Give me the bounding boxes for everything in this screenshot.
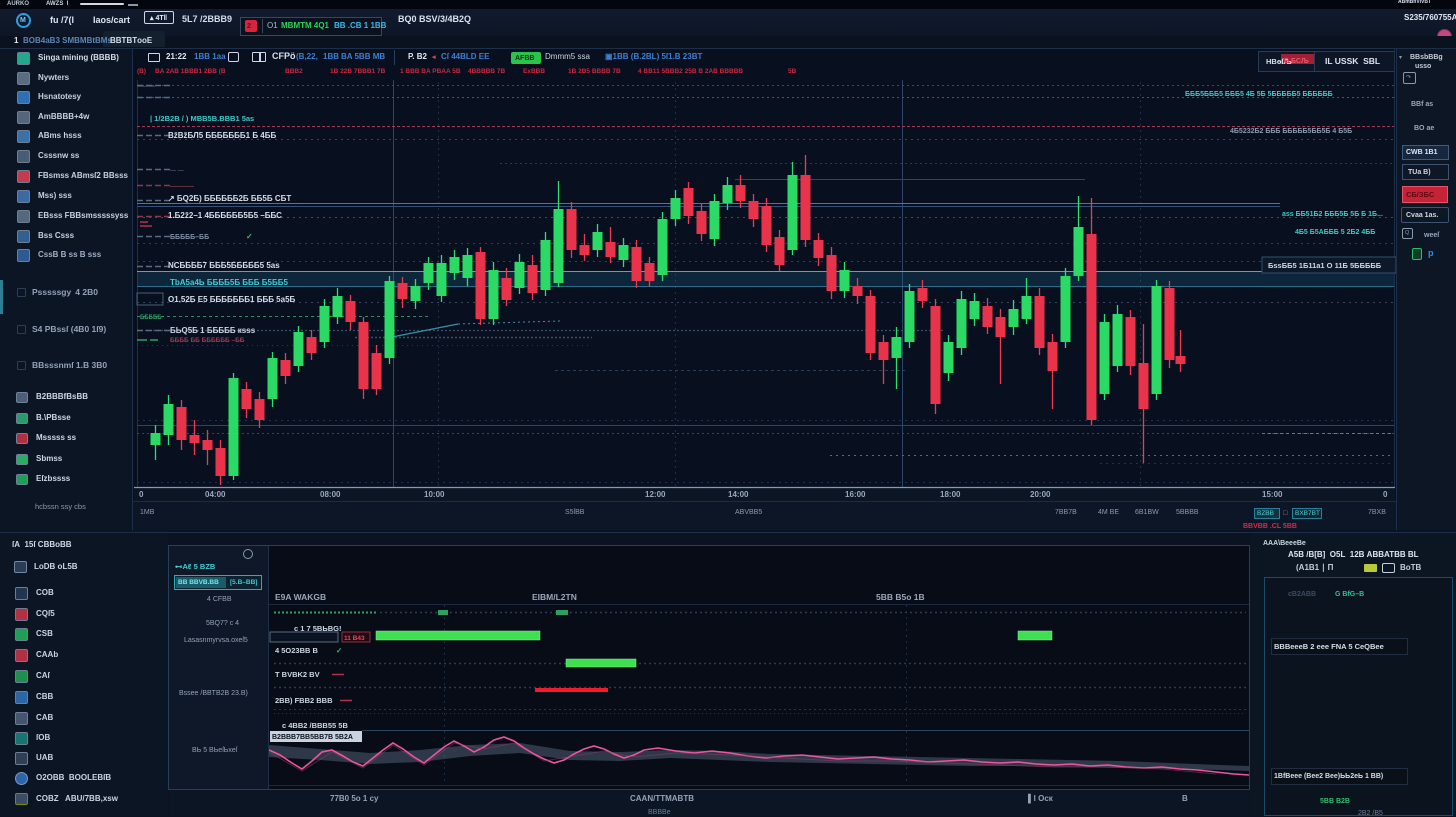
- svg-text:— —: — —: [170, 168, 184, 174]
- svg-text:11 Β43: 11 Β43: [344, 635, 365, 642]
- svg-text:ass ББ51Б2 БББ5Б 5Б Б 1Б...: ass ББ51Б2 БББ5Б 5Б Б 1Б...: [1282, 211, 1383, 218]
- svg-text:БББББ–ББ: БББББ–ББ: [170, 234, 209, 241]
- svg-text:04:00: 04:00: [205, 490, 226, 499]
- svg-text:12:00: 12:00: [645, 490, 666, 499]
- svg-text:с 4ΒΒ2 /ΒΒΒ55 5Β: с 4ΒΒ2 /ΒΒΒ55 5Β: [282, 721, 348, 730]
- svg-text:10:00: 10:00: [424, 490, 445, 499]
- svg-text:E9A WAKGΒ: E9A WAKGΒ: [275, 592, 326, 602]
- svg-text:16:00: 16:00: [845, 490, 866, 499]
- svg-text:БЬQ5Б 1 БББББ кѕss: БЬQ5Б 1 БББББ кѕss: [170, 326, 256, 335]
- svg-text:2ΒΒ) FΒΒ2 ΒΒΒ: 2ΒΒ) FΒΒ2 ΒΒΒ: [275, 696, 333, 705]
- svg-text:———: ———: [137, 84, 155, 90]
- svg-text:18:00: 18:00: [940, 490, 961, 499]
- svg-text:↗ БQ2Б) ББББББ2Б ББ5Б CБT: ↗ БQ2Б) ББББББ2Б ББ5Б CБT: [168, 194, 291, 203]
- svg-text:Т ΒVΒK2 ΒV: Т ΒVΒK2 ΒV: [275, 670, 320, 679]
- svg-text:08:00: 08:00: [320, 490, 341, 499]
- svg-text:15:00: 15:00: [1262, 490, 1283, 499]
- svg-text:0: 0: [1383, 490, 1388, 499]
- svg-text:Β2ΒΒΒ7ΒΒ5ΒΒ7Β 5Β2A: Β2ΒΒΒ7ΒΒ5ΒΒ7Β 5Β2A: [272, 734, 353, 741]
- svg-text:4 5O23ΒΒ Β: 4 5O23ΒΒ Β: [275, 646, 319, 655]
- svg-text:14:00: 14:00: [728, 490, 749, 499]
- svg-text:БББББ: БББББ: [140, 315, 162, 321]
- svg-text:4Б5232Б2 БББ БББББ5ББ5Б 4 Б5Б: 4Б5232Б2 БББ БББББ5ББ5Б 4 Б5Б: [1230, 128, 1352, 135]
- svg-text:4Б5 Б5АБББ 5 2Б2 4ББ: 4Б5 Б5АБББ 5 2Б2 4ББ: [1295, 229, 1375, 236]
- svg-text:| 1/2Β2Β / ) MΒΒ5Β.ΒΒΒ1 5as: | 1/2Β2Β / ) MΒΒ5Β.ΒΒΒ1 5as: [150, 114, 254, 123]
- svg-text:20:00: 20:00: [1030, 490, 1051, 499]
- svg-text:ΒžΒžБЛ5 БББББББ1 Б 4ББ: ΒžΒžБЛ5 БББББББ1 Б 4ББ: [168, 131, 276, 140]
- svg-text:5ΒΒ Β5о 1Β: 5ΒΒ Β5о 1Β: [876, 592, 925, 602]
- svg-text:✓: ✓: [336, 646, 342, 655]
- svg-text:NCББББ7 БББ5БББББ5 5as: NCББББ7 БББ5БББББ5 5as: [168, 261, 280, 270]
- svg-text:————: ————: [170, 184, 194, 190]
- svg-text:БssББ5 1Б11а1 O 11Б 5БББББ: БssББ5 1Б11а1 O 11Б 5БББББ: [1268, 261, 1382, 270]
- svg-text:0: 0: [139, 490, 144, 499]
- svg-text:ТbА5а4Ь ББББ5Б БББ Б5ББ5: ТbА5а4Ь ББББ5Б БББ Б5ББ5: [170, 278, 288, 287]
- svg-text:EIΒM/L2ТN: EIΒM/L2ТN: [532, 592, 577, 602]
- svg-text:ББББ ББ ББББББ –ББ: ББББ ББ ББББББ –ББ: [170, 337, 245, 344]
- svg-text:O1.52Б E5 БББББББ1 БББ 5a5Б: O1.52Б E5 БББББББ1 БББ 5a5Б: [168, 295, 296, 304]
- svg-text:✓: ✓: [246, 232, 253, 241]
- svg-text:1.Б2ž2–1 4ББББББ5Б5 –ББС: 1.Б2ž2–1 4ББББББ5Б5 –ББС: [168, 211, 282, 220]
- svg-text:БББ5БББ5 БББ5 4Б 5Б 5БББББ5 ББ: БББ5БББ5 БББ5 4Б 5Б 5БББББ5 ББББББ: [1185, 91, 1333, 98]
